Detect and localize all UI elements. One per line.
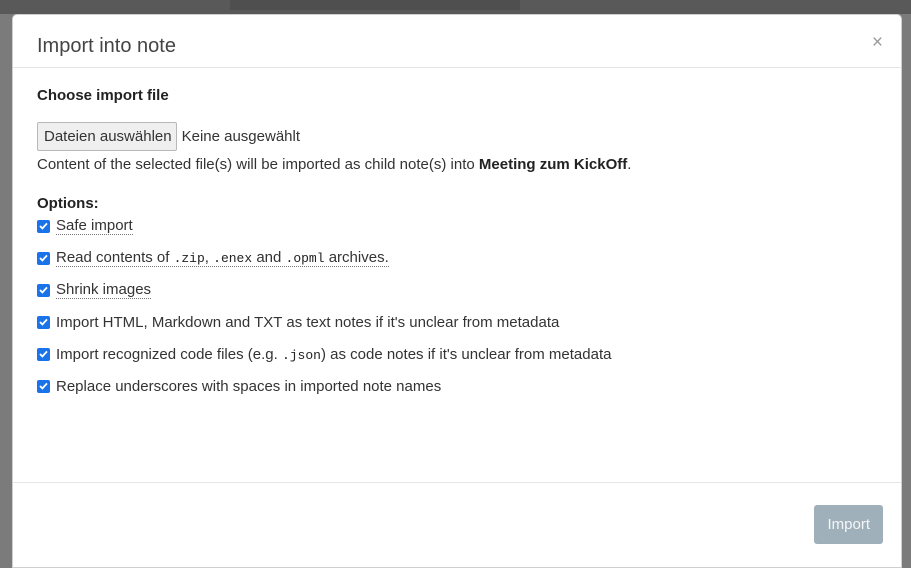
import-target-info: Content of the selected file(s) will be …: [37, 156, 877, 173]
file-status-text: Keine ausgewählt: [181, 128, 301, 145]
option-read-contents[interactable]: Read contents of .zip, .enex and .opml a…: [37, 249, 877, 267]
checkbox-checked-icon[interactable]: [37, 283, 50, 297]
import-text-label: Import HTML, Markdown and TXT as text no…: [56, 313, 560, 331]
file-picker-row: Dateien auswählen Keine ausgewählt: [37, 122, 877, 151]
checkbox-checked-icon[interactable]: [37, 379, 50, 393]
import-code-text: Import recognized code files (e.g.: [56, 345, 282, 363]
option-shrink-images[interactable]: Shrink images: [37, 281, 877, 299]
replace-underscores-label: Replace underscores with spaces in impor…: [56, 377, 442, 395]
opml-extension: .opml: [285, 251, 325, 266]
background-app-strip: [0, 0, 911, 14]
option-import-text-notes[interactable]: Import HTML, Markdown and TXT as text no…: [37, 313, 877, 331]
close-icon[interactable]: ×: [872, 33, 883, 52]
info-prefix: Content of the selected file(s) will be …: [37, 156, 479, 173]
dialog-header: Import into note ×: [13, 15, 901, 68]
choose-file-heading: Choose import file: [37, 87, 169, 104]
checkbox-checked-icon[interactable]: [37, 347, 50, 361]
zip-extension: .zip: [173, 251, 205, 266]
read-contents-label: Read contents of .zip, .enex and .opml a…: [56, 249, 389, 267]
read-contents-text: archives.: [324, 249, 389, 266]
import-code-label: Import recognized code files (e.g. .json…: [56, 346, 611, 363]
read-contents-text: ,: [204, 249, 214, 266]
target-note-name: Meeting zum KickOff: [478, 156, 628, 173]
read-contents-text: Read contents of: [56, 249, 174, 266]
option-replace-underscores[interactable]: Replace underscores with spaces in impor…: [37, 377, 877, 395]
background-blur: [230, 0, 520, 10]
info-suffix: .: [627, 156, 632, 173]
json-extension: .json: [281, 347, 321, 363]
dialog-title: Import into note: [37, 35, 176, 57]
import-dialog: Import into note × Choose import file Da…: [12, 14, 902, 568]
option-import-code-notes[interactable]: Import recognized code files (e.g. .json…: [37, 345, 877, 363]
choose-files-button[interactable]: Dateien auswählen: [37, 122, 177, 151]
read-contents-text: and: [252, 249, 286, 266]
dialog-footer: Import: [13, 482, 901, 567]
import-button[interactable]: Import: [814, 505, 883, 544]
safe-import-label: Safe import: [56, 217, 133, 235]
dialog-body: Choose import file Dateien auswählen Kei…: [37, 87, 877, 395]
enex-extension: .enex: [213, 251, 253, 266]
checkbox-checked-icon[interactable]: [37, 251, 50, 265]
options-heading: Options:: [37, 195, 99, 212]
checkbox-checked-icon[interactable]: [37, 219, 50, 233]
shrink-images-label: Shrink images: [56, 281, 152, 299]
import-code-text: ) as code notes if it's unclear from met…: [320, 345, 612, 363]
checkbox-checked-icon[interactable]: [37, 315, 50, 329]
option-safe-import[interactable]: Safe import: [37, 217, 877, 235]
